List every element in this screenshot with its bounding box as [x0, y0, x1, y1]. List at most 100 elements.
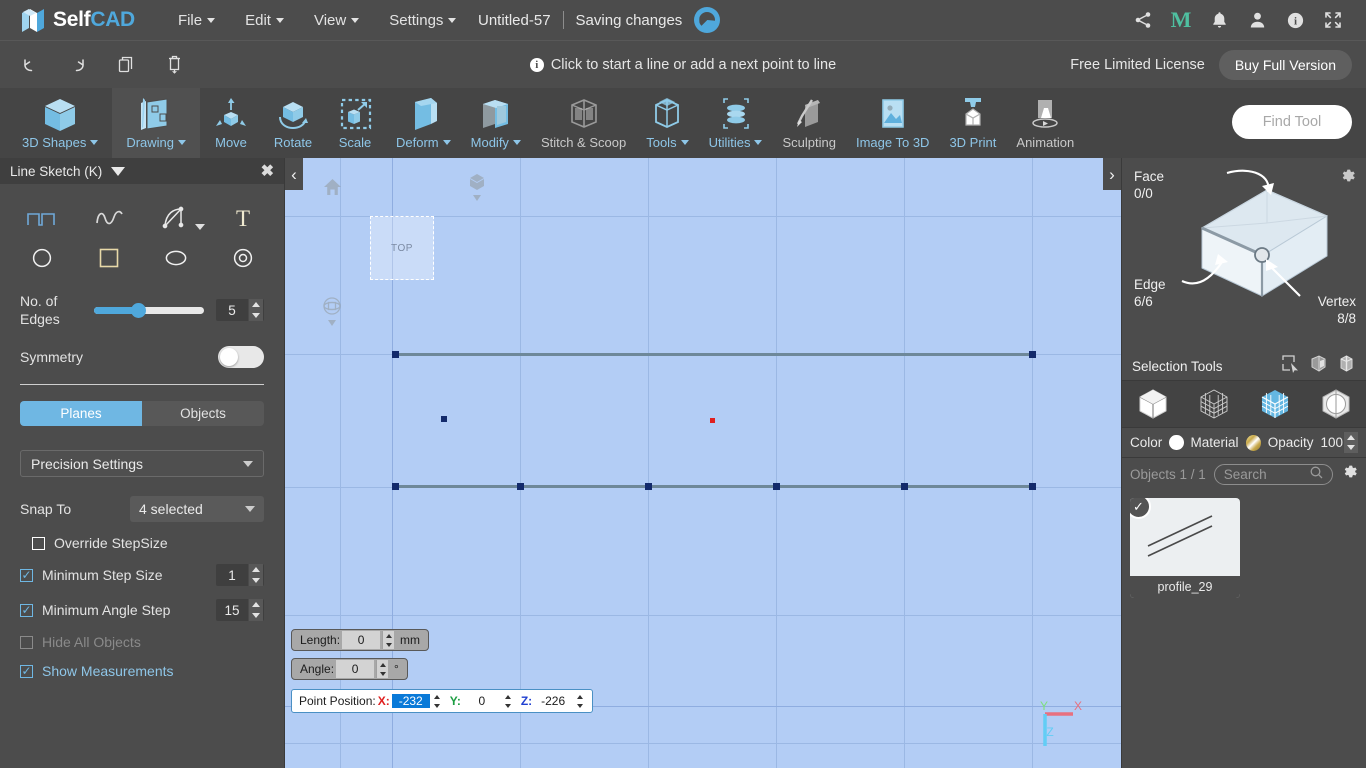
- stepper-up[interactable]: [383, 631, 394, 640]
- stepper-down[interactable]: [377, 669, 388, 678]
- polyline-icon[interactable]: [8, 198, 75, 238]
- x-stepper[interactable]: [432, 692, 443, 710]
- objects-settings-gear-icon[interactable]: [1341, 463, 1358, 485]
- stepper-up[interactable]: [503, 692, 514, 701]
- snap-to-select[interactable]: 4 selected: [130, 496, 264, 522]
- y-stepper[interactable]: [503, 692, 514, 710]
- lasso-select-icon[interactable]: [1337, 354, 1356, 378]
- stepper-up[interactable]: [249, 564, 263, 575]
- ribbon-item-image-to-3d[interactable]: Image To 3D: [846, 88, 939, 158]
- edges-stepper[interactable]: [248, 299, 263, 321]
- ribbon-item-3d-shapes[interactable]: 3D Shapes: [0, 88, 112, 158]
- notifications-bell-icon[interactable]: [1200, 0, 1238, 40]
- top-plane-tile[interactable]: TOP: [370, 216, 434, 280]
- face-mode-icon[interactable]: [1254, 383, 1296, 425]
- ribbon-item-drawing[interactable]: Drawing: [112, 88, 201, 158]
- z-stepper[interactable]: [574, 692, 585, 710]
- sketch-point[interactable]: [441, 416, 447, 422]
- sketch-line-upper[interactable]: [395, 353, 1033, 356]
- close-icon[interactable]: ✖: [261, 161, 274, 181]
- object-mode-icon[interactable]: [1132, 383, 1174, 425]
- menu-item-edit[interactable]: Edit: [230, 4, 299, 37]
- ribbon-item-move[interactable]: Move: [200, 88, 262, 158]
- segment-planes[interactable]: Planes: [20, 401, 142, 426]
- sketch-line-lower[interactable]: [395, 485, 1033, 488]
- ribbon-item-scale[interactable]: Scale: [324, 88, 386, 158]
- minimum-step-size-checkbox[interactable]: [20, 568, 33, 582]
- stepper-down[interactable]: [383, 640, 394, 649]
- ribbon-item-modify[interactable]: Modify: [461, 88, 531, 158]
- text-tool-icon[interactable]: T: [209, 198, 276, 238]
- buy-full-version-button[interactable]: Buy Full Version: [1218, 50, 1352, 80]
- square-icon[interactable]: [75, 238, 142, 278]
- sketch-point[interactable]: [1029, 351, 1036, 358]
- menu-item-settings[interactable]: Settings: [374, 4, 471, 37]
- stepper-down[interactable]: [574, 701, 585, 710]
- undo-button[interactable]: [6, 41, 54, 89]
- collapse-left-panel-button[interactable]: ‹: [285, 158, 303, 190]
- box-select-icon[interactable]: [1309, 354, 1328, 378]
- app-logo[interactable]: SelfCAD: [20, 7, 135, 34]
- ribbon-item-utilities[interactable]: Utilities: [699, 88, 773, 158]
- circle-icon[interactable]: [8, 238, 75, 278]
- x-value-input[interactable]: -232: [391, 694, 430, 708]
- material-sphere-icon[interactable]: [1245, 434, 1261, 451]
- sketch-point[interactable]: [1029, 483, 1036, 490]
- triangle-down-icon[interactable]: [111, 166, 126, 176]
- segment-objects[interactable]: Objects: [142, 401, 264, 426]
- angle-measurement-field[interactable]: Angle: 0 °: [291, 658, 408, 680]
- sketch-point[interactable]: [392, 483, 399, 490]
- search-input[interactable]: Search: [1213, 463, 1333, 485]
- y-value-input[interactable]: 0: [463, 694, 501, 708]
- stepper-down[interactable]: [249, 575, 263, 586]
- chevron-down-icon[interactable]: [195, 224, 205, 230]
- stepper-down[interactable]: [249, 610, 263, 621]
- minimum-angle-step-input[interactable]: 15: [216, 599, 264, 621]
- edges-slider[interactable]: [94, 302, 204, 318]
- ribbon-item-animation[interactable]: Animation: [1006, 88, 1084, 158]
- edges-number-input[interactable]: 5: [216, 299, 264, 321]
- delete-button[interactable]: [150, 41, 198, 89]
- minimum-angle-step-checkbox[interactable]: [20, 603, 33, 617]
- angle-value[interactable]: 0: [336, 660, 375, 678]
- home-icon[interactable]: [323, 178, 342, 201]
- z-value-input[interactable]: -226: [534, 694, 572, 708]
- menu-item-file[interactable]: File: [163, 4, 230, 37]
- color-swatch[interactable]: [1169, 435, 1184, 450]
- ribbon-item-stitch-and-scoop[interactable]: Stitch & Scoop: [531, 88, 636, 158]
- info-icon[interactable]: i: [1276, 0, 1314, 40]
- slider-handle[interactable]: [131, 302, 147, 318]
- stepper-up[interactable]: [249, 599, 263, 610]
- ribbon-item-tools[interactable]: Tools: [636, 88, 698, 158]
- 3d-viewport[interactable]: ‹ › TOP Length: 0 mm Angle: 0 ° Point Po…: [285, 158, 1121, 768]
- bezier-curve-icon[interactable]: [142, 198, 209, 238]
- ribbon-item-3d-print[interactable]: 3D Print: [939, 88, 1006, 158]
- precision-settings-dropdown[interactable]: Precision Settings: [20, 450, 264, 477]
- show-measurements-checkbox[interactable]: [20, 664, 33, 678]
- share-icon[interactable]: [1124, 0, 1162, 40]
- stepper-down[interactable]: [1344, 443, 1358, 454]
- sketch-point[interactable]: [645, 483, 652, 490]
- ribbon-item-rotate[interactable]: Rotate: [262, 88, 324, 158]
- stepper-up[interactable]: [249, 299, 263, 310]
- redo-button[interactable]: [54, 41, 102, 89]
- vertex-mode-icon[interactable]: [1315, 383, 1357, 425]
- opacity-input[interactable]: 100: [1320, 432, 1358, 453]
- minimum-angle-step-stepper[interactable]: [248, 599, 263, 621]
- user-account-icon[interactable]: [1238, 0, 1276, 40]
- stepper-down[interactable]: [503, 701, 514, 710]
- symmetry-toggle[interactable]: [218, 346, 264, 368]
- rectangle-select-icon[interactable]: [1281, 354, 1300, 378]
- length-value[interactable]: 0: [342, 631, 381, 649]
- sketch-point[interactable]: [773, 483, 780, 490]
- minimum-step-size-input[interactable]: 1: [216, 564, 264, 586]
- stepper-down[interactable]: [432, 701, 443, 710]
- stepper-up[interactable]: [1344, 432, 1358, 443]
- ellipse-icon[interactable]: [142, 238, 209, 278]
- minimum-step-size-stepper[interactable]: [248, 564, 263, 586]
- sketch-point[interactable]: [392, 351, 399, 358]
- view-cube-icon[interactable]: [467, 173, 487, 208]
- stepper-down[interactable]: [249, 310, 263, 321]
- orbit-gizmo-icon[interactable]: [322, 296, 342, 333]
- freehand-curve-icon[interactable]: [75, 198, 142, 238]
